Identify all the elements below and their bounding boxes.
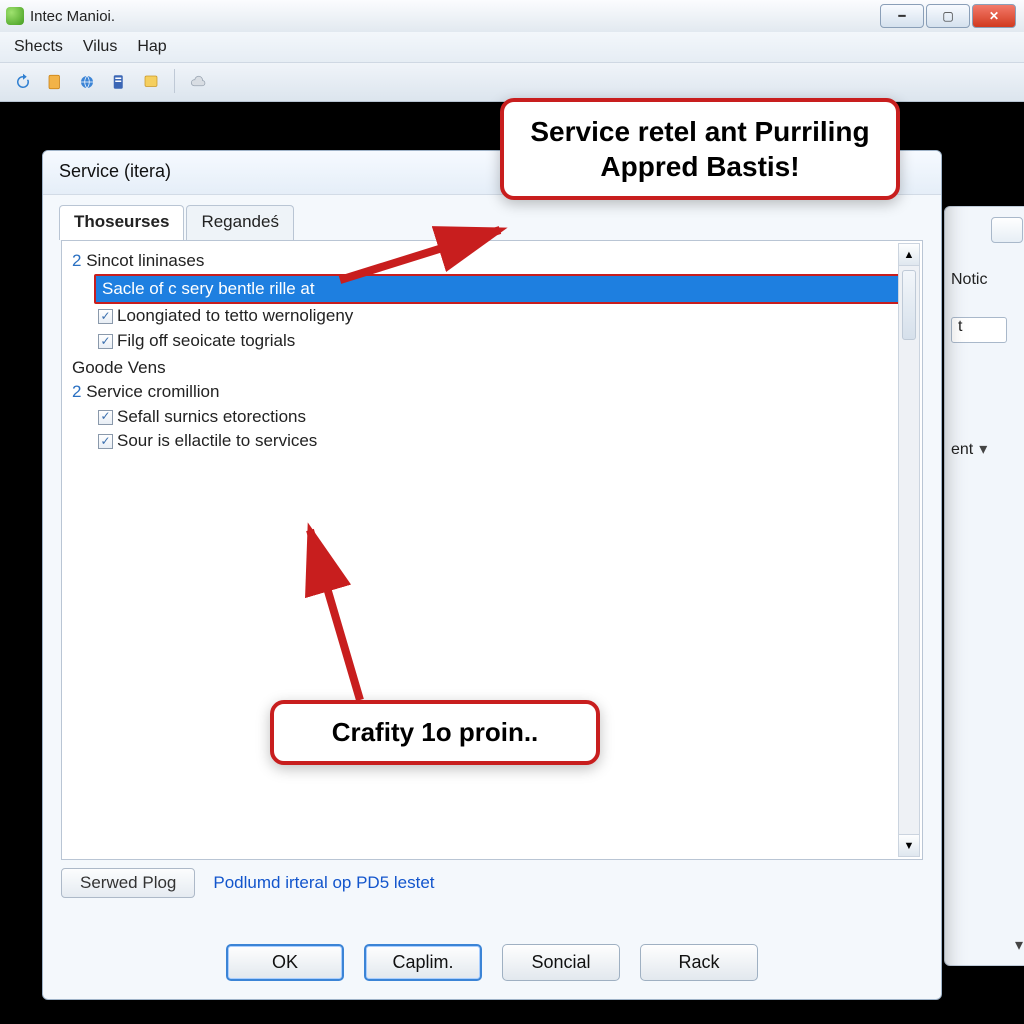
tree-view: 2 Sincot lininases Sacle of c sery bentl… <box>62 241 922 462</box>
vertical-scrollbar[interactable]: ▲ ▼ <box>898 243 920 857</box>
tree-item-2-label: Loongiated to tetto wernoligeny <box>117 304 353 329</box>
soncial-button[interactable]: Soncial <box>502 944 620 981</box>
tree-group-1-label: Sincot lininases <box>86 251 204 270</box>
tree-group-1-num: 2 <box>72 251 81 270</box>
rack-button[interactable]: Rack <box>640 944 758 981</box>
checkbox-icon[interactable]: ✓ <box>98 434 113 449</box>
toolbar-separator <box>174 69 175 93</box>
checkbox-icon[interactable]: ✓ <box>98 309 113 324</box>
tab-thoseurses[interactable]: Thoseurses <box>59 205 184 240</box>
dialog-footer-row: Serwed Plog Podlumd irteral op PD5 leste… <box>61 868 923 898</box>
menu-shects[interactable]: Shects <box>14 38 63 56</box>
tree-group-3: 2 Service cromillion <box>72 380 914 405</box>
right-panel-toggle[interactable] <box>991 217 1023 243</box>
right-mini-button-label: t <box>952 318 962 335</box>
tab-panel: 2 Sincot lininases Sacle of c sery bentl… <box>61 240 923 860</box>
callout-bottom: Crafity 1o proin.. <box>270 700 600 765</box>
right-panel: Notic t ent <box>944 206 1024 966</box>
dialog-tabs: Thoseurses Regandeś <box>59 205 925 240</box>
tree-group-3-num: 2 <box>72 382 81 401</box>
dialog-buttons: OK Caplim. Soncial Rack <box>43 944 941 981</box>
toolbar <box>0 62 1024 102</box>
menu-hap[interactable]: Hap <box>137 38 166 56</box>
refresh-icon[interactable] <box>10 69 36 95</box>
podlumd-link[interactable]: Podlumd irteral op PD5 lestet <box>213 873 434 893</box>
callout-top: Service retel ant Purriling Appred Basti… <box>500 98 900 200</box>
right-mini-button[interactable]: t <box>951 317 1007 343</box>
menu-vilus[interactable]: Vilus <box>83 38 117 56</box>
scroll-thumb[interactable] <box>902 270 916 340</box>
window-controls: ━ ▢ ✕ <box>880 4 1016 28</box>
tree-item-selected-label: Sacle of c sery bentle rille at <box>102 277 315 302</box>
minimize-button[interactable]: ━ <box>880 4 924 28</box>
checkbox-icon[interactable]: ✓ <box>98 410 113 425</box>
tree-item-2[interactable]: ✓ Loongiated to tetto wernoligeny <box>84 304 914 329</box>
service-dialog: Service (itera) Thoseurses Regandeś 2 Si… <box>42 150 942 1000</box>
maximize-button[interactable]: ▢ <box>926 4 970 28</box>
tree-item-3[interactable]: ✓ Filg off seoicate togrials <box>84 329 914 354</box>
tree-group-3-label: Service cromillion <box>86 382 219 401</box>
app-title: Intec Manioi. <box>30 8 115 25</box>
title-bar[interactable]: Intec Manioi. ━ ▢ ✕ <box>0 0 1024 32</box>
main-window: Intec Manioi. ━ ▢ ✕ Shects Vilus Hap <box>0 0 1024 103</box>
right-dropdown-bottom[interactable] <box>1009 935 1023 955</box>
note-icon[interactable] <box>138 69 164 95</box>
cloud-icon[interactable] <box>185 69 211 95</box>
tree-item-5[interactable]: ✓ Sour is ellactile to services <box>84 429 914 454</box>
menu-bar: Shects Vilus Hap <box>0 32 1024 62</box>
scroll-down-icon[interactable]: ▼ <box>899 834 919 856</box>
checkbox-icon[interactable]: ✓ <box>98 334 113 349</box>
globe-icon[interactable] <box>74 69 100 95</box>
tab-regandes[interactable]: Regandeś <box>186 205 294 240</box>
close-button[interactable]: ✕ <box>972 4 1016 28</box>
caplim-button[interactable]: Caplim. <box>364 944 482 981</box>
page-icon[interactable] <box>42 69 68 95</box>
app-icon <box>6 7 24 25</box>
right-label-notic: Notic <box>951 271 1023 289</box>
served-plog-button[interactable]: Serwed Plog <box>61 868 195 898</box>
right-dropdown-label: ent <box>951 441 973 458</box>
ok-button[interactable]: OK <box>226 944 344 981</box>
tree-group-1: 2 Sincot lininases <box>72 249 914 274</box>
tree-item-3-label: Filg off seoicate togrials <box>117 329 295 354</box>
scroll-up-icon[interactable]: ▲ <box>899 244 919 266</box>
tree-item-selected[interactable]: Sacle of c sery bentle rille at <box>94 274 914 305</box>
tree-item-4-label: Sefall surnics etorections <box>117 405 306 430</box>
right-dropdown-ent[interactable]: ent <box>951 439 1023 459</box>
tree-group-2-label: Goode Vens <box>72 358 166 377</box>
doc-icon[interactable] <box>106 69 132 95</box>
tree-item-4[interactable]: ✓ Sefall surnics etorections <box>84 405 914 430</box>
tree-group-2: Goode Vens <box>72 356 914 381</box>
tree-item-5-label: Sour is ellactile to services <box>117 429 317 454</box>
